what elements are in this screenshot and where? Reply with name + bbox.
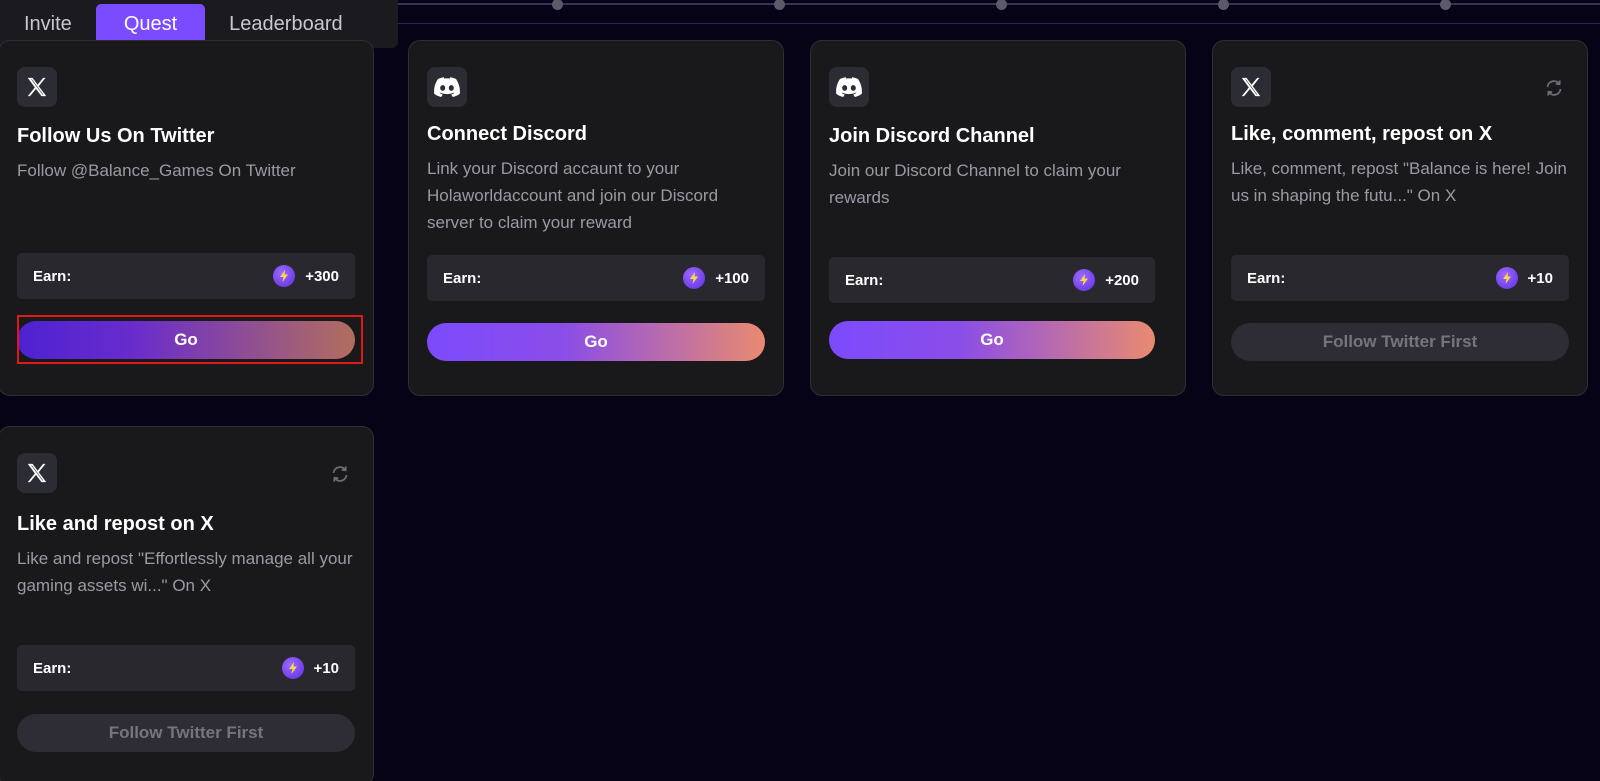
go-button[interactable]: Go bbox=[17, 321, 355, 359]
tab-leaderboard[interactable]: Leaderboard bbox=[213, 4, 358, 44]
tab-invite[interactable]: Invite bbox=[8, 4, 88, 44]
x-twitter-icon bbox=[17, 453, 57, 493]
quest-card-join-discord-channel: Join Discord Channel Join our Discord Ch… bbox=[810, 40, 1186, 396]
quest-card-follow-twitter: Follow Us On Twitter Follow @Balance_Gam… bbox=[0, 40, 374, 396]
quest-title: Follow Us On Twitter bbox=[17, 125, 215, 147]
discord-icon bbox=[829, 67, 869, 107]
lightning-bolt-icon bbox=[1495, 267, 1518, 289]
progress-dot bbox=[1218, 0, 1229, 10]
progress-dot bbox=[996, 0, 1007, 10]
quest-title: Like and repost on X bbox=[17, 513, 214, 535]
lightning-bolt-icon bbox=[1073, 269, 1096, 291]
earn-row: Earn: +10 bbox=[17, 645, 355, 691]
earn-row: Earn: +100 bbox=[427, 255, 765, 301]
quest-page: Invite Quest Leaderboard Follow Us On Tw… bbox=[0, 0, 1600, 781]
progress-dot bbox=[774, 0, 785, 10]
reward-value: +300 bbox=[305, 267, 339, 285]
earn-label: Earn: bbox=[33, 267, 72, 285]
progress-dot bbox=[552, 0, 563, 10]
earn-label: Earn: bbox=[443, 269, 482, 287]
earn-row: Earn: +10 bbox=[1231, 255, 1569, 301]
reward-value: +10 bbox=[1527, 269, 1553, 287]
reward-value: +100 bbox=[715, 269, 749, 287]
earn-label: Earn: bbox=[845, 271, 884, 289]
quest-description: Like and repost "Effortlessly manage all… bbox=[17, 549, 353, 595]
lightning-bolt-icon bbox=[281, 657, 304, 679]
quest-description: Like, comment, repost "Balance is here! … bbox=[1231, 159, 1567, 205]
earn-row: Earn: +300 bbox=[17, 253, 355, 299]
quest-description: Follow @Balance_Games On Twitter bbox=[17, 161, 296, 180]
follow-twitter-first-button[interactable]: Follow Twitter First bbox=[1231, 323, 1569, 361]
quest-title: Connect Discord bbox=[427, 123, 588, 145]
lightning-bolt-icon bbox=[273, 265, 296, 287]
quest-description: Link your Discord accaunt to your Holawo… bbox=[427, 159, 719, 232]
earn-label: Earn: bbox=[33, 659, 72, 677]
quest-description: Join our Discord Channel to claim your r… bbox=[829, 161, 1121, 207]
follow-twitter-first-button[interactable]: Follow Twitter First bbox=[17, 714, 355, 752]
quest-title: Like, comment, repost on X bbox=[1231, 123, 1493, 145]
tab-quest[interactable]: Quest bbox=[95, 4, 206, 44]
earn-row: Earn: +200 bbox=[829, 257, 1155, 303]
lightning-bolt-icon bbox=[683, 267, 706, 289]
quest-card-connect-discord: Connect Discord Link your Discord accaun… bbox=[408, 40, 784, 396]
progress-dot bbox=[1440, 0, 1451, 10]
quest-title: Join Discord Channel bbox=[829, 125, 1035, 147]
go-button[interactable]: Go bbox=[829, 321, 1155, 359]
x-twitter-icon bbox=[1231, 67, 1271, 107]
earn-label: Earn: bbox=[1247, 269, 1286, 287]
go-button[interactable]: Go bbox=[427, 323, 765, 361]
reward-value: +10 bbox=[313, 659, 339, 677]
progress-track bbox=[380, 0, 1600, 24]
progress-line bbox=[380, 3, 1600, 5]
discord-icon bbox=[427, 67, 467, 107]
x-twitter-icon bbox=[17, 67, 57, 107]
quest-card-like-comment-repost: Like, comment, repost on X Like, comment… bbox=[1212, 40, 1588, 396]
reward-value: +200 bbox=[1105, 271, 1139, 289]
refresh-icon[interactable] bbox=[1543, 77, 1565, 99]
refresh-icon[interactable] bbox=[329, 463, 351, 485]
quest-card-like-repost: Like and repost on X Like and repost "Ef… bbox=[0, 426, 374, 781]
